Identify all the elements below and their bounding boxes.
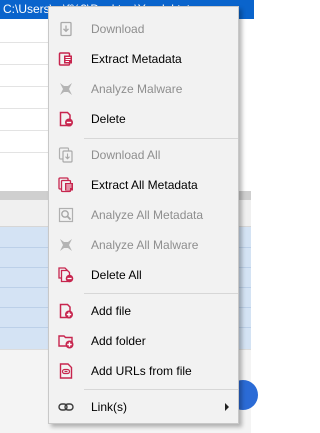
menu-separator bbox=[84, 389, 238, 390]
menu-item-label: Extract Metadata bbox=[91, 52, 182, 66]
extract-metadata-icon bbox=[58, 51, 74, 67]
menu-item-delete-all[interactable]: Delete All bbox=[50, 261, 237, 289]
extract-all-metadata-icon bbox=[58, 177, 74, 193]
menu-item-delete[interactable]: Delete bbox=[50, 105, 237, 133]
menu-item-label: Download bbox=[91, 22, 145, 36]
menu-item-label: Delete bbox=[91, 112, 126, 126]
add-file-icon bbox=[58, 303, 74, 319]
menu-item-label: Add URLs from file bbox=[91, 364, 192, 378]
delete-icon bbox=[58, 111, 74, 127]
menu-item-label: Link(s) bbox=[91, 400, 128, 414]
menu-separator bbox=[84, 293, 238, 294]
menu-item-analyze-all-malware[interactable]: Analyze All Malware bbox=[50, 231, 237, 259]
menu-item-label: Delete All bbox=[91, 268, 142, 282]
add-urls-icon bbox=[58, 363, 74, 379]
add-folder-icon bbox=[58, 333, 74, 349]
menu-item-add-folder[interactable]: Add folder bbox=[50, 327, 237, 355]
menu-item-add-urls-from-file[interactable]: Add URLs from file bbox=[50, 357, 237, 385]
menu-item-analyze-malware[interactable]: Analyze Malware bbox=[50, 75, 237, 103]
menu-item-add-file[interactable]: Add file bbox=[50, 297, 237, 325]
menu-item-download-all[interactable]: Download All bbox=[50, 141, 237, 169]
menu-item-label: Analyze Malware bbox=[91, 82, 183, 96]
menu-item-analyze-all-metadata[interactable]: Analyze All Metadata bbox=[50, 201, 237, 229]
menu-item-label: Add file bbox=[91, 304, 132, 318]
menu-separator bbox=[84, 138, 238, 139]
analyze-malware-icon bbox=[58, 81, 74, 97]
menu-item-label: Analyze All Malware bbox=[91, 238, 199, 252]
download-icon bbox=[58, 21, 74, 37]
menu-item-label: Analyze All Metadata bbox=[91, 208, 204, 222]
analyze-all-metadata-icon bbox=[58, 207, 74, 223]
menu-item-links[interactable]: Link(s) bbox=[50, 393, 237, 421]
menu-item-extract-all-metadata[interactable]: Extract All Metadata bbox=[50, 171, 237, 199]
analyze-all-malware-icon bbox=[58, 237, 74, 253]
menu-item-label: Download All bbox=[91, 148, 161, 162]
menu-item-label: Extract All Metadata bbox=[91, 178, 198, 192]
menu-item-label: Add folder bbox=[91, 334, 146, 348]
submenu-arrow-icon bbox=[225, 403, 229, 411]
link-icon bbox=[58, 399, 74, 415]
download-all-icon bbox=[58, 147, 74, 163]
menu-item-extract-metadata[interactable]: Extract Metadata bbox=[50, 45, 237, 73]
context-menu: Download Extract Metadata Analyze Malwar… bbox=[48, 6, 239, 424]
delete-all-icon bbox=[58, 267, 74, 283]
menu-item-download[interactable]: Download bbox=[50, 15, 237, 43]
